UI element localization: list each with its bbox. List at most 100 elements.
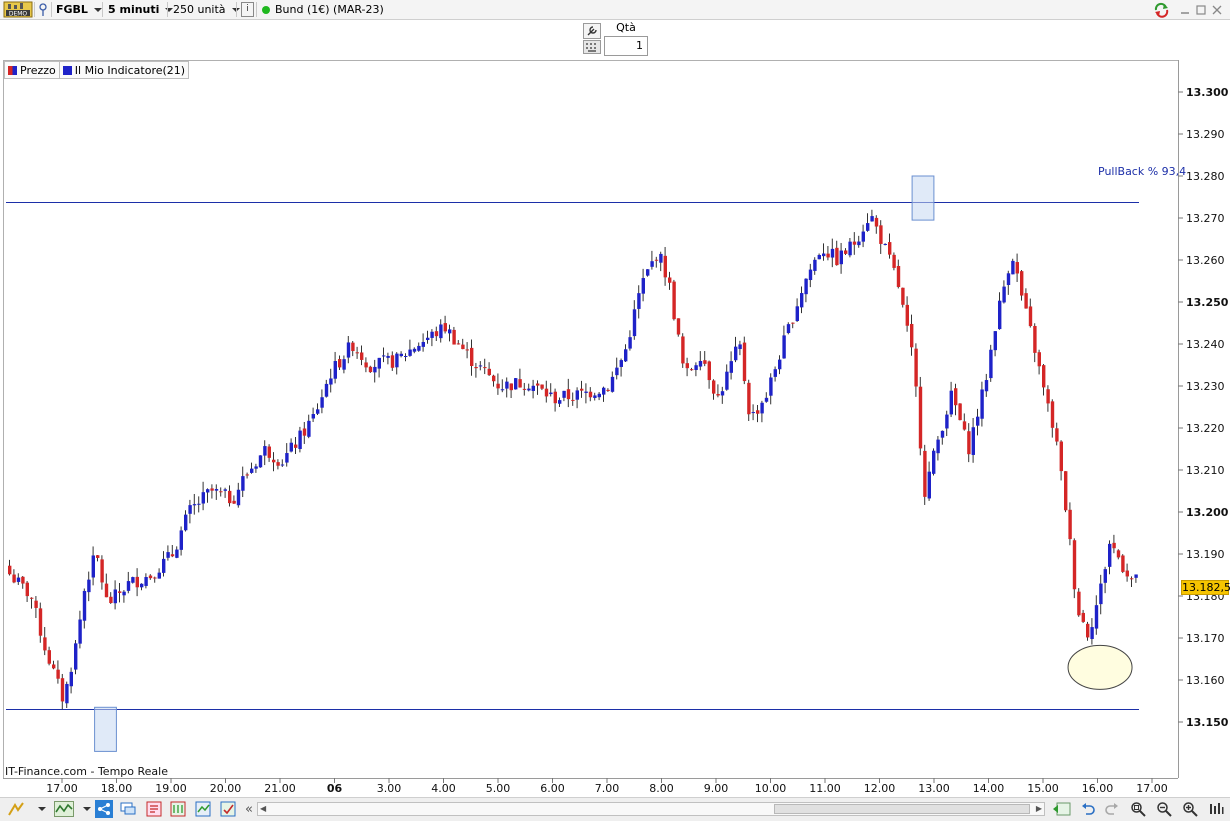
candle-up-body	[989, 349, 993, 379]
redo-icon[interactable]	[1104, 801, 1120, 817]
candle	[540, 384, 544, 391]
candle-down-body	[30, 597, 34, 599]
candle-down-body	[52, 664, 56, 669]
candle-down-body	[100, 559, 104, 583]
candle	[219, 487, 223, 497]
candle-up-body	[615, 367, 619, 376]
collapse-left-icon[interactable]: «	[241, 801, 257, 817]
candle-up-body	[74, 643, 78, 670]
candle	[377, 357, 381, 378]
candle-down-body	[553, 391, 557, 404]
candle-up-body	[804, 278, 808, 295]
pullback-annotation: PullBack % 93,4	[1098, 165, 1187, 178]
candle-up-body	[637, 293, 641, 309]
zoom-in-icon[interactable]	[1182, 801, 1198, 817]
candle	[615, 357, 619, 380]
positions-icon[interactable]	[195, 801, 211, 817]
candle-up-body	[421, 341, 425, 347]
highlight-box[interactable]	[94, 706, 117, 752]
time-scrollbar[interactable]: ◀ ▶	[257, 802, 1045, 816]
candle	[170, 544, 175, 558]
chart-settings-icon[interactable]	[1208, 801, 1224, 817]
drawing-menu-caret-icon[interactable]	[34, 801, 50, 817]
highlight-box[interactable]	[911, 175, 935, 221]
candle	[509, 383, 513, 399]
candle-up-body	[417, 345, 421, 351]
candle-down-body	[483, 367, 487, 369]
candle-up-body	[316, 409, 320, 414]
candle-up-body	[1011, 260, 1015, 275]
candle-up-body	[602, 387, 606, 395]
candle-up-body	[984, 380, 989, 392]
portfolio-icon[interactable]	[220, 801, 236, 817]
candle	[703, 351, 707, 367]
candle	[659, 251, 663, 272]
candle-up-body	[949, 390, 953, 415]
candle	[606, 388, 610, 392]
candle	[65, 681, 69, 709]
candle	[254, 463, 258, 473]
zoom-out-icon[interactable]	[1156, 801, 1172, 817]
candle	[817, 253, 821, 260]
candle	[782, 325, 786, 359]
candle	[597, 392, 601, 401]
candle	[914, 343, 918, 397]
indicator-menu-caret-icon[interactable]	[79, 801, 95, 817]
candle-down-body	[923, 450, 927, 497]
candle	[835, 240, 839, 266]
candle	[175, 546, 179, 559]
share-icon[interactable]	[95, 800, 113, 818]
candle	[883, 243, 887, 246]
candle-up-body	[830, 248, 835, 258]
candle	[408, 339, 412, 357]
candle	[1050, 399, 1055, 438]
candle-up-body	[1099, 583, 1103, 605]
candle-down-body	[104, 583, 109, 598]
time-tick-label: 9.00	[704, 782, 729, 795]
candle-down-body	[544, 388, 549, 397]
candle	[949, 381, 953, 418]
price-chart[interactable]: 13.300 13.290 13.280 13.270 13.260 13.250 13.2…	[0, 0, 1230, 797]
candle	[82, 588, 87, 629]
orders-icon[interactable]	[170, 801, 186, 817]
candle-up-body	[69, 671, 73, 687]
candle-down-body	[364, 362, 368, 368]
replay-icon[interactable]	[1052, 801, 1072, 817]
candle-up-body	[505, 381, 509, 389]
candle	[478, 361, 483, 371]
candle	[87, 571, 91, 602]
candle-up-body	[641, 278, 645, 294]
candle-down-body	[1020, 271, 1024, 296]
candle	[12, 569, 16, 584]
highlight-ellipse[interactable]	[1067, 644, 1133, 690]
zoom-fit-icon[interactable]	[1130, 801, 1146, 817]
candle-up-body	[333, 361, 337, 379]
candle-up-body	[883, 243, 887, 245]
candle-down-body	[1055, 428, 1059, 442]
scroll-left-icon[interactable]: ◀	[260, 804, 266, 813]
chat-icon[interactable]	[120, 801, 136, 817]
candle	[272, 452, 276, 472]
candle-down-body	[1042, 365, 1046, 388]
candle	[1134, 574, 1138, 583]
candle	[487, 362, 491, 377]
drawing-tool-icon[interactable]	[8, 801, 24, 817]
indicator-tool-icon[interactable]	[53, 801, 75, 817]
candle-up-body	[201, 492, 205, 504]
candle-up-body	[659, 253, 663, 263]
candle	[206, 488, 210, 503]
alert-icon[interactable]	[146, 801, 162, 817]
candle	[901, 287, 905, 308]
candle	[373, 359, 377, 383]
candle	[390, 351, 395, 371]
candle	[360, 345, 364, 366]
scrollbar-thumb[interactable]	[774, 804, 1030, 814]
candle	[320, 389, 324, 414]
candle	[1081, 609, 1085, 624]
candle-up-body	[373, 366, 377, 373]
undo-icon[interactable]	[1080, 801, 1096, 817]
candle	[302, 421, 307, 444]
candle-up-body	[813, 259, 817, 271]
scroll-right-icon[interactable]: ▶	[1036, 804, 1042, 813]
candle-up-body	[549, 392, 553, 395]
